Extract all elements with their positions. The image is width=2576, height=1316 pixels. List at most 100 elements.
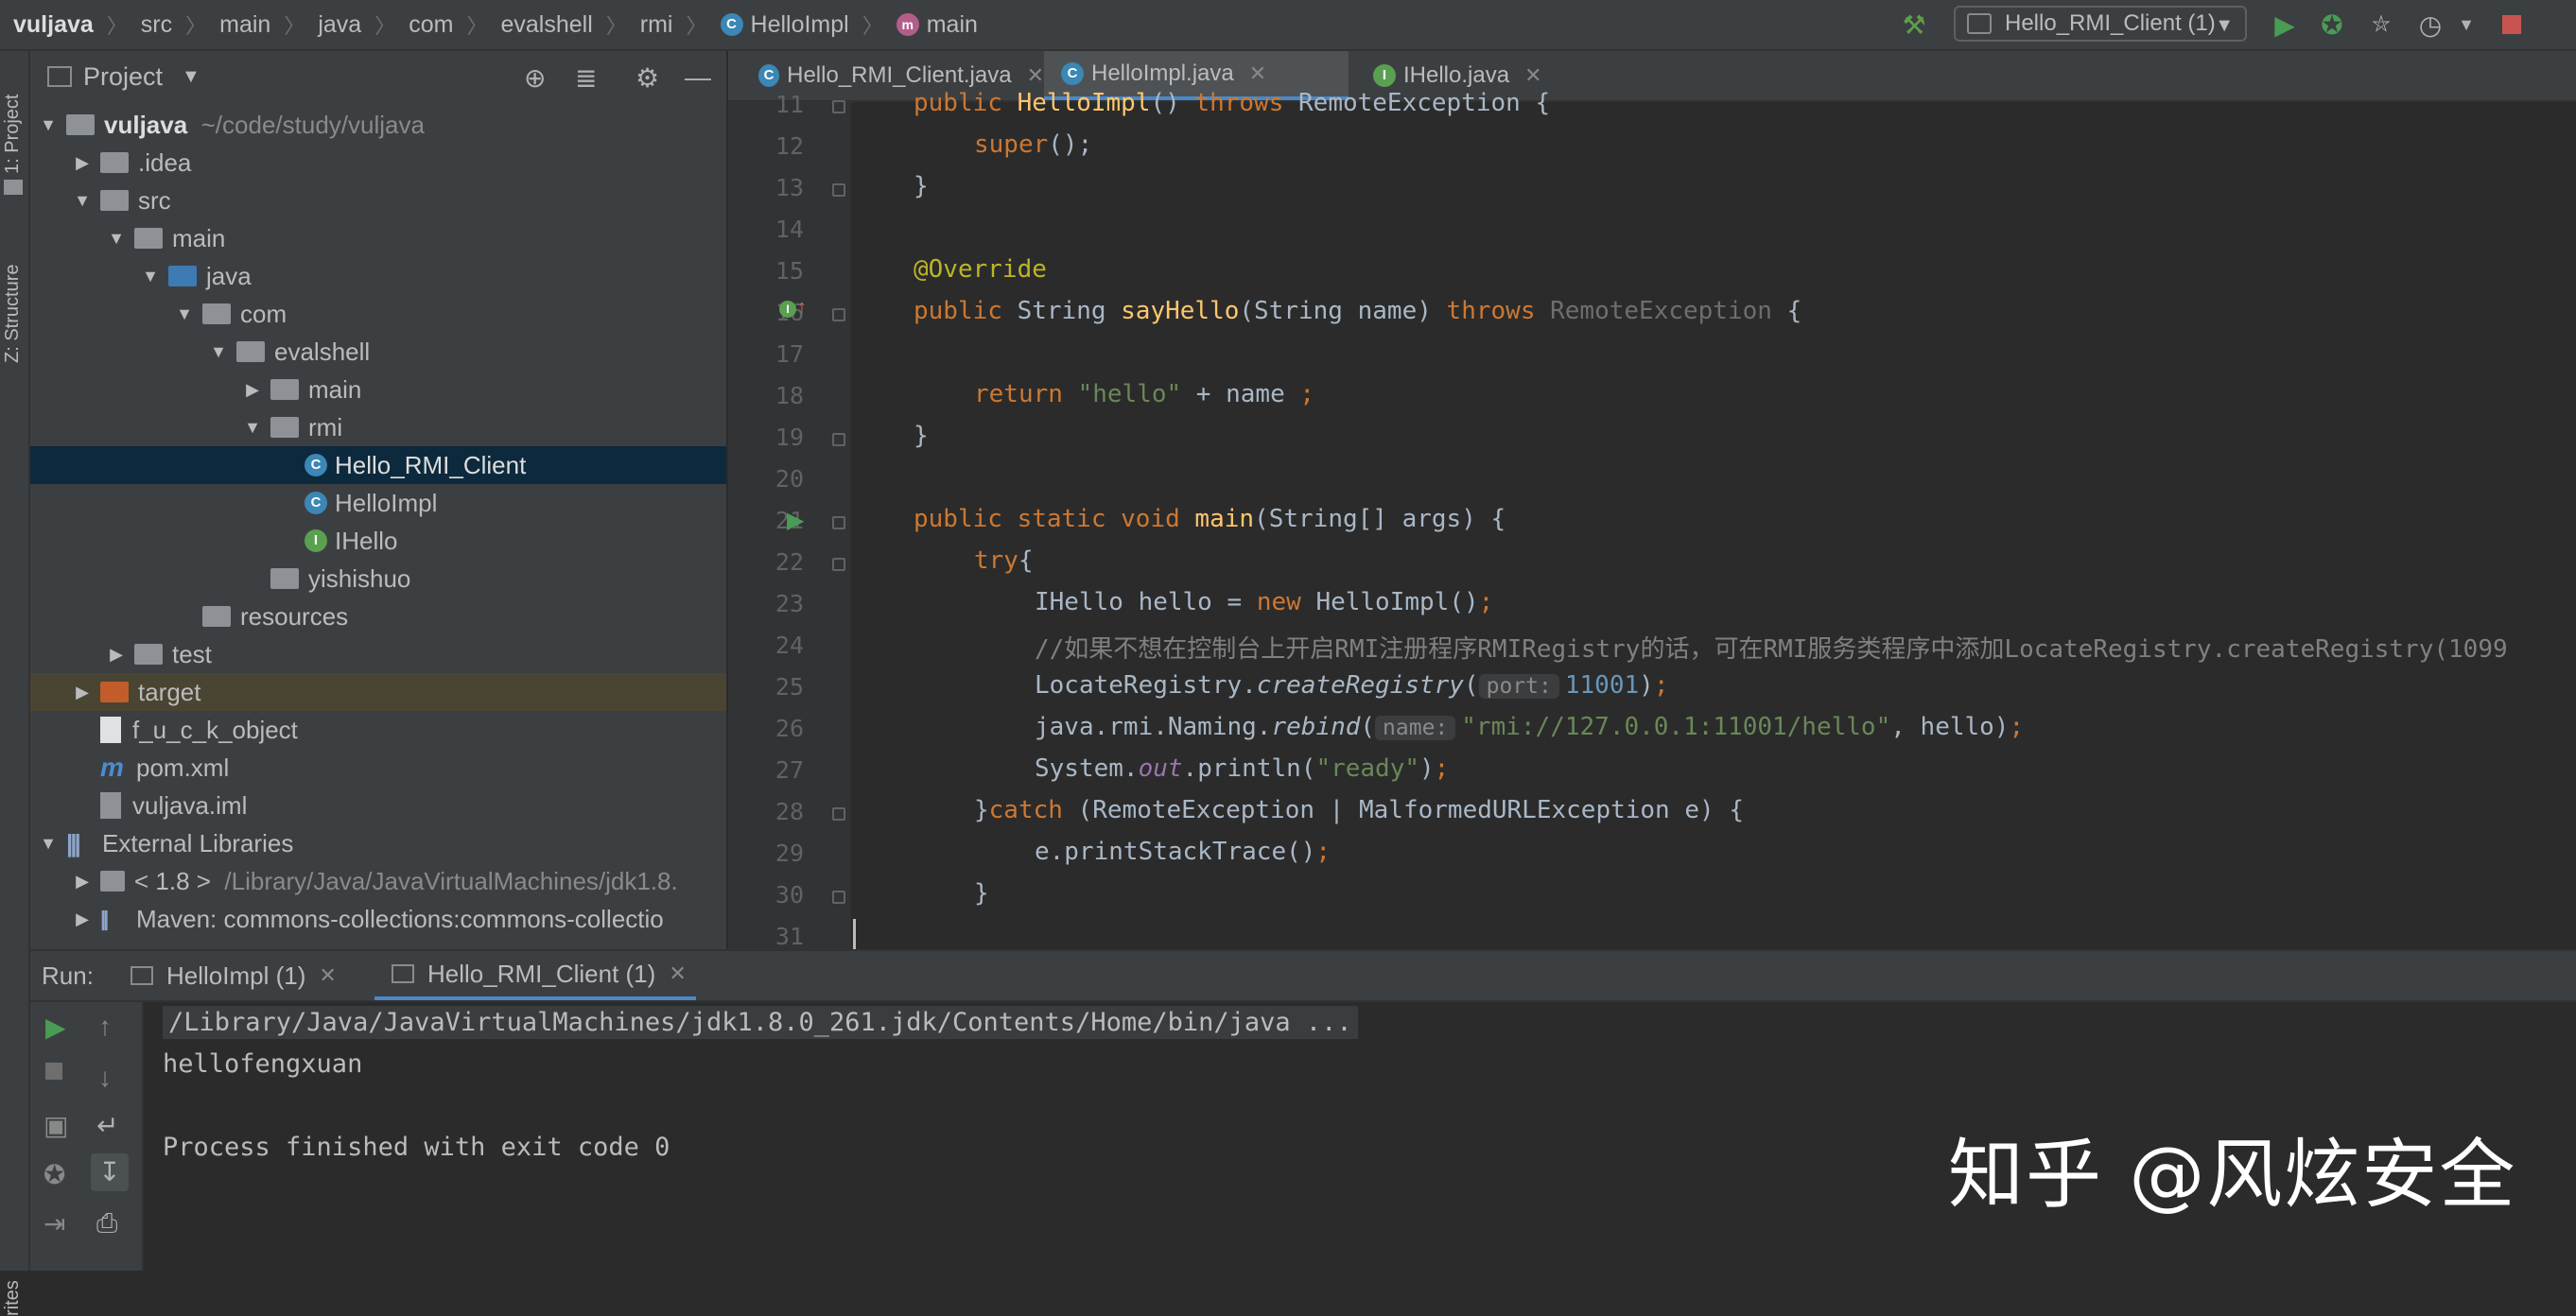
chevron-down-icon[interactable]: ▼ bbox=[206, 342, 231, 362]
run-icon[interactable]: ▶ bbox=[2268, 8, 2302, 42]
tree-label: java bbox=[206, 261, 252, 290]
chevron-right-icon[interactable]: ▶ bbox=[70, 909, 95, 929]
implements-method-icon[interactable]: I bbox=[779, 301, 796, 318]
breadcrumb-item[interactable]: main 〉 bbox=[219, 9, 318, 40]
arrow-up-icon[interactable]: ↑ bbox=[98, 1012, 112, 1042]
chevron-right-icon[interactable]: ▶ bbox=[240, 380, 265, 400]
close-icon[interactable]: ✕ bbox=[669, 961, 686, 986]
code-line: public static void main(String[] args) { bbox=[914, 505, 1506, 533]
build-hammer-icon[interactable]: ⚒ bbox=[1897, 8, 1931, 42]
stop-icon[interactable] bbox=[2495, 8, 2529, 42]
project-panel-title[interactable]: Project bbox=[83, 62, 163, 92]
tree-node-hello-rmi-client[interactable]: C Hello_RMI_Client bbox=[30, 446, 726, 484]
chevron-down-icon[interactable]: ▼ bbox=[70, 191, 95, 211]
package-icon bbox=[270, 379, 299, 400]
tree-node-helloimpl[interactable]: C HelloImpl bbox=[30, 484, 726, 522]
tree-node-evalshell[interactable]: ▼ evalshell bbox=[30, 333, 726, 371]
fold-marker-icon[interactable] bbox=[832, 100, 845, 113]
close-icon[interactable]: ✕ bbox=[319, 963, 336, 988]
tab-label: Hello_RMI_Client (1) bbox=[427, 959, 656, 988]
chevron-right-icon[interactable]: ▶ bbox=[104, 645, 129, 665]
scroll-to-end-icon[interactable]: ↧ bbox=[91, 1153, 129, 1191]
tree-node-vuljava-iml[interactable]: vuljava.iml bbox=[30, 787, 726, 824]
gear-icon[interactable]: ⚙ bbox=[635, 62, 659, 94]
chevron-down-icon[interactable]: ▼ bbox=[104, 229, 129, 249]
tree-node-vuljava[interactable]: ▼ vuljava ~/code/study/vuljava bbox=[30, 106, 726, 144]
code-line: try{ bbox=[974, 546, 1034, 575]
breadcrumb-item[interactable]: rmi 〉 bbox=[640, 9, 721, 40]
tree-node-ihello[interactable]: I IHello bbox=[30, 522, 726, 560]
fold-marker-icon[interactable] bbox=[832, 183, 845, 197]
tree-label: < 1.8 > bbox=[134, 866, 211, 895]
breadcrumb-item[interactable]: C HelloImpl 〉 bbox=[720, 9, 896, 40]
tree-node-com[interactable]: ▼ com bbox=[30, 295, 726, 333]
login-icon[interactable]: ⇥ bbox=[44, 1208, 65, 1239]
tree-node-pom-xml[interactable]: m pom.xml bbox=[30, 749, 726, 787]
fold-marker-icon[interactable] bbox=[832, 891, 845, 904]
debug-icon[interactable]: ✪ bbox=[44, 1159, 65, 1190]
chevron-down-icon[interactable]: ▼ bbox=[36, 115, 61, 135]
breadcrumb-item[interactable]: java 〉 bbox=[318, 9, 409, 40]
tree-node-external-libraries[interactable]: ▼ ||| External Libraries bbox=[30, 824, 726, 862]
chevron-down-icon[interactable]: ▼ bbox=[182, 66, 200, 88]
tree-node-src[interactable]: ▼ src bbox=[30, 182, 726, 219]
tree-label: resources bbox=[240, 601, 349, 631]
breadcrumb-item[interactable]: m main bbox=[896, 11, 978, 39]
close-icon[interactable]: ✕ bbox=[1249, 61, 1266, 86]
close-icon[interactable]: ✕ bbox=[1524, 63, 1541, 88]
tree-node-resources[interactable]: resources bbox=[30, 597, 726, 635]
console-line: Process finished with exit code 0 bbox=[163, 1133, 670, 1162]
tree-node-main[interactable]: ▼ main bbox=[30, 219, 726, 257]
debug-icon[interactable]: ✪ bbox=[2315, 8, 2349, 42]
breadcrumb-item[interactable]: src 〉 bbox=[141, 9, 219, 40]
soft-wrap-icon[interactable]: ↵ bbox=[96, 1110, 118, 1141]
hide-icon[interactable]: — bbox=[685, 62, 711, 93]
run-tab-helloimpl[interactable]: HelloImpl (1) ✕ bbox=[131, 951, 337, 1000]
chevron-right-icon[interactable]: ▶ bbox=[70, 872, 95, 892]
tree-node-java[interactable]: ▼ java bbox=[30, 257, 726, 295]
tree-label: Maven: commons-collections:commons-colle… bbox=[136, 904, 664, 933]
tree-node-target[interactable]: ▶ target bbox=[30, 673, 726, 711]
tree-node-jdk[interactable]: ▶ < 1.8 > /Library/Java/JavaVirtualMachin… bbox=[30, 862, 726, 900]
tree-node-maven-commons[interactable]: ▶ || Maven: commons-collections:commons-co… bbox=[30, 900, 726, 938]
tree-node-main-package[interactable]: ▶ main bbox=[30, 371, 726, 408]
chevron-down-icon[interactable]: ▼ bbox=[172, 304, 197, 324]
structure-tool-tab[interactable]: Z: Structure bbox=[2, 265, 24, 363]
tree-node-fuck-object[interactable]: f_u_c_k_object bbox=[30, 711, 726, 749]
tree-node-rmi[interactable]: ▼ rmi bbox=[30, 408, 726, 446]
collapse-all-icon[interactable]: ≣ bbox=[575, 62, 597, 94]
tree-label: External Libraries bbox=[102, 828, 294, 857]
chevron-down-icon[interactable]: ▼ bbox=[2449, 8, 2483, 42]
chevron-right-icon[interactable]: ▶ bbox=[70, 153, 95, 173]
close-icon[interactable]: ✕ bbox=[1027, 63, 1044, 88]
fold-marker-icon[interactable] bbox=[832, 558, 845, 571]
fold-marker-icon[interactable] bbox=[832, 308, 845, 321]
fold-marker-icon[interactable] bbox=[832, 433, 845, 446]
fold-marker-icon[interactable] bbox=[832, 516, 845, 529]
chevron-down-icon[interactable]: ▼ bbox=[138, 267, 163, 286]
breadcrumb-label: com bbox=[409, 10, 454, 38]
chevron-down-icon[interactable]: ▼ bbox=[36, 834, 61, 854]
rerun-icon[interactable]: ▶ bbox=[45, 1012, 66, 1043]
run-gutter-icon[interactable]: ▶ bbox=[787, 507, 804, 534]
breadcrumb-item[interactable]: vuljava 〉 bbox=[13, 9, 141, 40]
project-tool-tab[interactable]: 1: Project bbox=[2, 95, 24, 174]
print-icon[interactable]: ⎙ bbox=[96, 1208, 117, 1239]
run-configuration-dropdown[interactable]: Hello_RMI_Client (1) ▼ bbox=[1954, 6, 2247, 42]
arrow-down-icon[interactable]: ↓ bbox=[98, 1063, 112, 1093]
run-tab-hello-rmi-client[interactable]: Hello_RMI_Client (1) ✕ bbox=[374, 951, 696, 1000]
fold-marker-icon[interactable] bbox=[832, 807, 845, 821]
coverage-icon[interactable]: ⛦ bbox=[2364, 8, 2398, 42]
breadcrumb-item[interactable]: com 〉 bbox=[409, 9, 500, 40]
chevron-right-icon[interactable]: ▶ bbox=[70, 683, 95, 702]
tree-node-idea[interactable]: ▶ .idea bbox=[30, 144, 726, 182]
tree-node-test[interactable]: ▶ test bbox=[30, 635, 726, 673]
tree-node-yishishuo[interactable]: yishishuo bbox=[30, 560, 726, 597]
stop-icon[interactable] bbox=[45, 1063, 62, 1080]
favorites-tool-tab[interactable]: rites bbox=[2, 1280, 24, 1316]
locate-icon[interactable]: ⊕ bbox=[524, 62, 546, 94]
chevron-down-icon[interactable]: ▼ bbox=[240, 418, 265, 438]
profile-icon[interactable]: ◷ bbox=[2413, 8, 2447, 42]
breadcrumb-item[interactable]: evalshell 〉 bbox=[500, 9, 639, 40]
camera-icon[interactable]: ▣ bbox=[44, 1110, 68, 1141]
